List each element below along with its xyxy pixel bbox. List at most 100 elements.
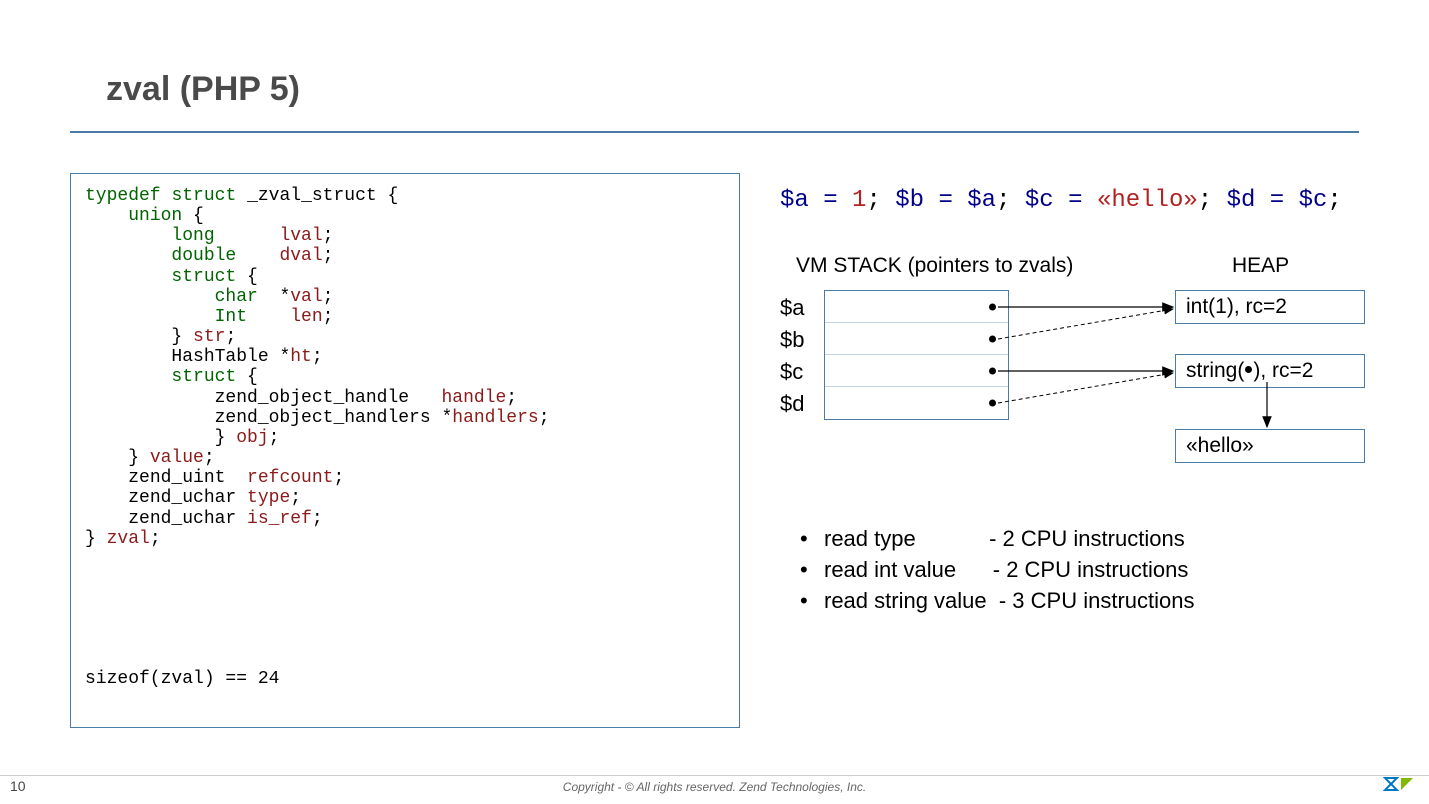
php-str-hello: «hello» [1097, 187, 1198, 214]
code-text: { [236, 267, 258, 287]
ident-obj: obj [236, 428, 268, 448]
php-var-c2: $c [1299, 187, 1328, 214]
stack-row-a [825, 291, 1008, 323]
php-var-a: $a [780, 187, 809, 214]
kw-struct: struct [171, 267, 236, 287]
code-text: ; [506, 388, 517, 408]
ident-type: type [247, 488, 290, 508]
heap-header: HEAP [1232, 254, 1289, 278]
code-text: zend_object_handlers * [215, 408, 453, 428]
code-text: ; [312, 347, 323, 367]
code-text: zend_uint [128, 468, 247, 488]
code-text: ; [269, 428, 280, 448]
code-text: ; [323, 287, 334, 307]
code-text: * [258, 287, 290, 307]
stack-row-c [825, 355, 1008, 387]
var-label-a: $a [780, 292, 804, 324]
code-text: zend_uchar [128, 509, 247, 529]
bullet-read-string: read string value - 3 CPU instructions [800, 586, 1359, 617]
php-num-1: 1 [852, 187, 866, 214]
php-var-a2: $a [967, 187, 996, 214]
code-text: } [128, 448, 150, 468]
kw-typedef: typedef [85, 186, 161, 206]
var-label-d: $d [780, 388, 804, 420]
bullet-read-type: read type - 2 CPU instructions [800, 524, 1359, 555]
ident-lval: lval [279, 226, 322, 246]
code-text: HashTable * [171, 347, 290, 367]
heap-string-box: string( ), rc=2 [1175, 354, 1365, 388]
ident-str: str [193, 327, 225, 347]
code-text: ; [204, 448, 215, 468]
php-eq: = [1054, 187, 1097, 214]
php-eq: = [809, 187, 852, 214]
code-text: ; [225, 327, 236, 347]
slide: zval (PHP 5) typedef struct _zval_struct… [0, 0, 1429, 804]
kw-struct: struct [171, 186, 236, 206]
code-text: ; [290, 488, 301, 508]
code-text: ; [333, 468, 344, 488]
ident-len: len [290, 307, 322, 327]
stack-row-b [825, 323, 1008, 355]
zend-logo-icon [1383, 776, 1415, 794]
right-column: $a = 1; $b = $a; $c = «hello»; $d = $c; … [780, 173, 1359, 728]
string-pointer-dot [1245, 366, 1252, 373]
var-label-b: $b [780, 324, 804, 356]
kw-union: union [128, 206, 182, 226]
kw-long: long [171, 226, 214, 246]
php-var-b: $b [895, 187, 924, 214]
bullet-read-int: read int value - 2 CPU instructions [800, 555, 1359, 586]
ident-isref: is_ref [247, 509, 312, 529]
php-var-c: $c [1025, 187, 1054, 214]
code-text: zend_uchar [128, 488, 247, 508]
kw-char: char [215, 287, 258, 307]
code-text: ; [312, 509, 323, 529]
pointer-dot [989, 335, 996, 342]
code-text: ; [539, 408, 550, 428]
php-eq: = [924, 187, 967, 214]
var-label-c: $c [780, 356, 804, 388]
code-text: zend_object_handle [215, 388, 409, 408]
php-semi: ; [1198, 187, 1227, 214]
kw-struct: struct [171, 367, 236, 387]
ident-refcount: refcount [247, 468, 333, 488]
code-text: { [182, 206, 204, 226]
code-text: } [85, 529, 107, 549]
stack-header: VM STACK (pointers to zvals) [796, 254, 1073, 278]
code-text: } [215, 428, 237, 448]
slide-footer: 10 Copyright - © All rights reserved. Ze… [0, 775, 1429, 798]
pointer-dot [989, 303, 996, 310]
code-text: ; [323, 307, 334, 327]
php-semi: ; [866, 187, 895, 214]
ident-zval: zval [107, 529, 150, 549]
title-divider [70, 131, 1359, 133]
memory-diagram: VM STACK (pointers to zvals) HEAP $a $b … [780, 254, 1359, 484]
heap-int-box: int(1), rc=2 [1175, 290, 1365, 324]
ident-val: val [290, 287, 322, 307]
php-assignment-line: $a = 1; $b = $a; $c = «hello»; $d = $c; [780, 187, 1359, 214]
kw-double: double [171, 246, 236, 266]
code-text: { [236, 367, 258, 387]
php-var-d: $d [1227, 187, 1256, 214]
cpu-instructions-list: read type - 2 CPU instructions read int … [800, 524, 1359, 616]
var-labels: $a $b $c $d [780, 292, 804, 420]
php-semi: ; [1327, 187, 1341, 214]
ident-dval: dval [279, 246, 322, 266]
sizeof-text: sizeof(zval) == 24 [85, 669, 279, 689]
pointer-dot [989, 367, 996, 374]
content-columns: typedef struct _zval_struct { union { lo… [70, 173, 1359, 728]
heap-str-pre: string( [1186, 359, 1244, 382]
code-text: ; [150, 529, 161, 549]
code-text: ; [323, 246, 334, 266]
code-text: ; [323, 226, 334, 246]
code-text: _zval_struct { [247, 186, 398, 206]
stack-row-d [825, 387, 1008, 419]
php-eq: = [1255, 187, 1298, 214]
ident-handlers: handlers [452, 408, 538, 428]
copyright-text: Copyright - © All rights reserved. Zend … [0, 780, 1429, 794]
ident-handle: handle [441, 388, 506, 408]
ident-value: value [150, 448, 204, 468]
code-block: typedef struct _zval_struct { union { lo… [70, 173, 740, 728]
kw-int: Int [215, 307, 247, 327]
ident-ht: ht [290, 347, 312, 367]
heap-str-post: ), rc=2 [1253, 359, 1313, 382]
